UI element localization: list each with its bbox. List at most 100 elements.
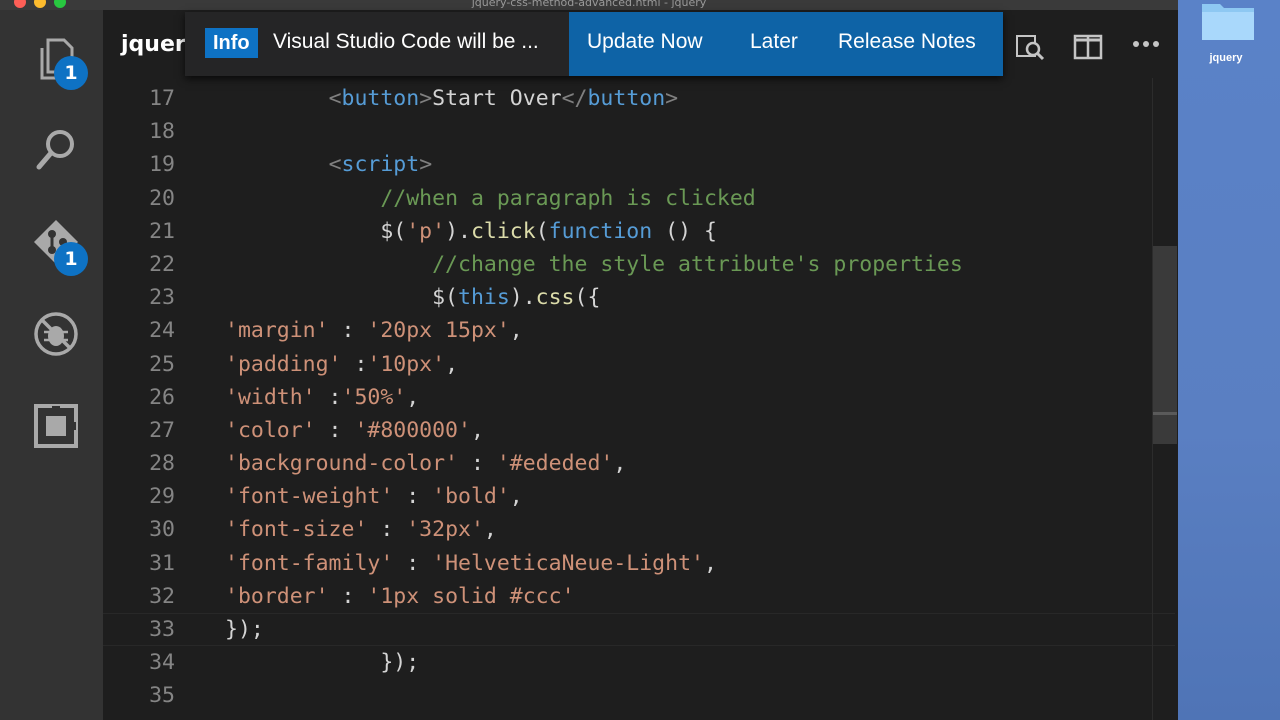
code-token: </: [561, 86, 588, 111]
explorer-badge: 1: [54, 56, 88, 90]
code-token: '#ededed': [496, 451, 614, 477]
code-token: //change the style attribute's propertie…: [432, 251, 963, 277]
line-content: <button>Start Over</button>: [225, 82, 679, 115]
code-token: '32px': [406, 517, 484, 543]
search-icon: [36, 130, 74, 170]
notification-toast: Info Visual Studio Code will be ... Upda…: [185, 12, 1003, 76]
code-token: ({: [574, 285, 601, 311]
code-line[interactable]: 28 'background-color' : '#ededed',: [103, 447, 1153, 480]
code-token: :: [315, 417, 355, 443]
line-number: 28: [149, 451, 175, 477]
line-content: 'width' :'50%',: [225, 381, 419, 414]
line-content: 'font-size' : '32px',: [225, 513, 497, 546]
code-line[interactable]: 27 'color' : '#800000',: [103, 414, 1153, 447]
code-token: //when a paragraph is clicked: [380, 185, 756, 211]
code-token: ,: [509, 484, 523, 510]
code-line[interactable]: 32 'border' : '1px solid #ccc': [103, 580, 1153, 613]
code-token: :: [341, 351, 368, 377]
code-token: <: [328, 152, 342, 178]
code-line[interactable]: 17 <button>Start Over</button>: [103, 82, 1153, 115]
code-line[interactable]: 34 });: [103, 646, 1153, 679]
code-token: ,: [470, 417, 484, 443]
line-number: 31: [149, 550, 175, 576]
code-line[interactable]: 25 'padding' :'10px',: [103, 348, 1153, 381]
line-content: 'padding' :'10px',: [225, 348, 458, 381]
code-token: Start Over: [432, 86, 562, 111]
line-content: $('p').click(function () {: [225, 215, 717, 248]
code-editor[interactable]: 17 <button>Start Over</button> 18 19 <scri…: [103, 82, 1153, 713]
code-line[interactable]: 31 'font-family' : 'HelveticaNeue-Light',: [103, 547, 1153, 580]
later-button[interactable]: Later: [750, 30, 798, 54]
code-line[interactable]: 30 'font-size' : '32px',: [103, 513, 1153, 546]
code-line[interactable]: 21 $('p').click(function () {: [103, 215, 1153, 248]
vertical-scrollbar[interactable]: [1152, 78, 1177, 720]
more-actions-button[interactable]: [1131, 32, 1161, 66]
code-line[interactable]: 19 <script>: [103, 148, 1153, 181]
line-content: //change the style attribute's propertie…: [225, 248, 963, 281]
code-line[interactable]: 22 //change the style attribute's proper…: [103, 248, 1153, 281]
code-token: ).: [445, 218, 471, 244]
activity-source-control[interactable]: 1: [26, 212, 88, 276]
code-token: :: [367, 517, 407, 543]
code-token: function: [548, 218, 653, 244]
line-number: 33: [149, 617, 175, 642]
more-icon: [1133, 41, 1159, 47]
split-editor-button[interactable]: [1073, 32, 1103, 66]
source-control-badge: 1: [54, 242, 88, 276]
folder-icon[interactable]: [1200, 0, 1256, 42]
code-token: :: [315, 384, 342, 410]
activity-debug[interactable]: [26, 304, 86, 364]
code-line[interactable]: 24 'margin' : '20px 15px',: [103, 314, 1153, 347]
line-number: 20: [149, 185, 175, 211]
activity-search[interactable]: [26, 120, 86, 180]
line-number: 30: [149, 517, 175, 543]
line-number: 17: [149, 86, 175, 111]
line-number: 22: [149, 251, 175, 277]
line-content: 'color' : '#800000',: [225, 414, 484, 447]
line-number: 35: [149, 683, 175, 709]
code-token: 'bold': [432, 484, 510, 510]
code-token: >: [419, 152, 433, 178]
code-token: button: [587, 86, 666, 111]
code-token: ,: [406, 384, 420, 410]
open-preview-button[interactable]: [1015, 32, 1045, 66]
code-token: 'padding': [225, 351, 342, 377]
code-token: css: [535, 285, 575, 311]
line-number: 29: [149, 484, 175, 510]
update-now-button[interactable]: Update Now: [587, 30, 703, 54]
release-notes-button[interactable]: Release Notes: [838, 30, 976, 54]
code-line[interactable]: 20 //when a paragraph is clicked: [103, 182, 1153, 215]
code-token: click: [470, 218, 536, 244]
line-content: <script>: [225, 148, 433, 181]
line-content: 'margin' : '20px 15px',: [225, 314, 523, 347]
code-token: ,: [445, 351, 459, 377]
code-token: 'color': [225, 417, 316, 443]
code-token: :: [328, 583, 368, 609]
line-number: 23: [149, 285, 175, 311]
code-token: () {: [652, 218, 717, 244]
info-badge: Info: [205, 28, 258, 58]
line-content: $(this).css({: [225, 281, 600, 314]
folder-label[interactable]: jquery: [1178, 52, 1274, 64]
desktop: jquery: [1178, 0, 1280, 720]
code-line[interactable]: 26 'width' :'50%',: [103, 381, 1153, 414]
code-line[interactable]: 35: [103, 679, 1153, 712]
code-line[interactable]: 23 $(this).css({: [103, 281, 1153, 314]
line-number: 34: [149, 650, 175, 676]
line-number: 21: [149, 218, 175, 244]
code-token: '10px': [367, 351, 446, 377]
activity-explorer[interactable]: 1: [26, 28, 88, 90]
split-editor-icon: [1073, 34, 1103, 60]
activity-extensions[interactable]: [26, 396, 86, 456]
notification-message: Visual Studio Code will be ...: [273, 30, 539, 53]
code-line[interactable]: 29 'font-weight' : 'bold',: [103, 480, 1153, 513]
code-token: 'margin': [225, 318, 329, 344]
line-number: 26: [149, 384, 175, 410]
extensions-icon: [34, 404, 78, 448]
code-line[interactable]: 18: [103, 115, 1153, 148]
code-line[interactable]: 33});: [103, 613, 1153, 646]
code-token: :: [393, 550, 433, 576]
